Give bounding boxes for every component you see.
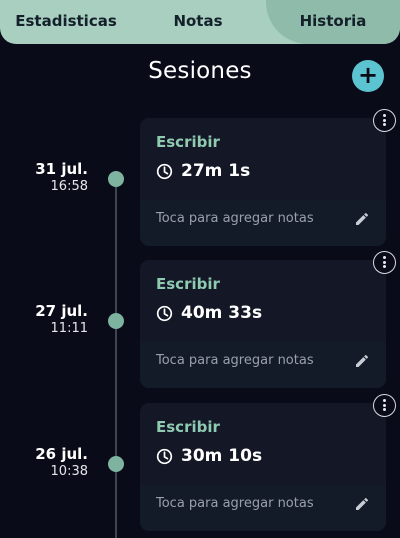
timeline-dot	[108, 456, 124, 472]
session-date-time: 11:11	[50, 321, 88, 336]
session-activity-label: Escribir	[156, 418, 220, 436]
timeline-dot	[108, 313, 124, 329]
session-item: 26 jul. 10:38 Escribir 30m 10s Toca para…	[0, 394, 400, 533]
page-title: Sesiones	[148, 58, 252, 84]
more-vertical-icon[interactable]	[373, 251, 396, 274]
session-date: 26 jul. 10:38	[35, 445, 88, 481]
tab-bar: Estadisticas Notas Historia	[0, 0, 400, 44]
session-date-day: 26 jul.	[35, 445, 88, 463]
pencil-icon[interactable]	[354, 496, 370, 512]
session-duration-value: 30m 10s	[181, 446, 263, 466]
add-notes-area[interactable]: Toca para agregar notas	[140, 342, 386, 388]
pencil-icon[interactable]	[354, 353, 370, 369]
tab-estadisticas[interactable]: Estadisticas	[0, 0, 132, 44]
clock-icon	[156, 163, 173, 179]
session-duration: 30m 10s	[156, 445, 262, 467]
tab-notas[interactable]: Notas	[132, 0, 264, 44]
session-activity-label: Escribir	[156, 133, 220, 151]
session-date-day: 31 jul.	[35, 160, 88, 178]
session-date: 27 jul. 11:11	[35, 302, 88, 338]
pencil-icon[interactable]	[354, 211, 370, 227]
timeline-dot	[108, 171, 124, 187]
add-notes-placeholder: Toca para agregar notas	[156, 211, 314, 226]
session-date-time: 16:58	[50, 179, 88, 194]
clock-icon	[156, 448, 173, 464]
session-item: 31 jul. 16:58 Escribir 27m 1s Toca para …	[0, 109, 400, 248]
session-date: 31 jul. 16:58	[35, 160, 88, 196]
more-vertical-icon[interactable]	[373, 394, 396, 417]
session-card[interactable]: Escribir 27m 1s Toca para agregar notas	[140, 118, 386, 246]
session-date-time: 10:38	[50, 464, 88, 479]
session-card[interactable]: Escribir 40m 33s Toca para agregar notas	[140, 260, 386, 388]
session-duration: 40m 33s	[156, 302, 262, 324]
more-vertical-icon[interactable]	[373, 109, 396, 132]
session-duration: 27m 1s	[156, 160, 250, 182]
add-notes-area[interactable]: Toca para agregar notas	[140, 485, 386, 531]
add-session-button[interactable]: +	[352, 60, 384, 92]
session-item: 27 jul. 11:11 Escribir 40m 33s Toca para…	[0, 251, 400, 390]
session-date-day: 27 jul.	[35, 302, 88, 320]
session-duration-value: 27m 1s	[181, 161, 251, 181]
add-notes-placeholder: Toca para agregar notas	[156, 496, 314, 511]
plus-icon: +	[357, 61, 379, 89]
add-notes-placeholder: Toca para agregar notas	[156, 353, 314, 368]
session-duration-value: 40m 33s	[181, 303, 263, 323]
add-notes-area[interactable]: Toca para agregar notas	[140, 200, 386, 246]
session-activity-label: Escribir	[156, 275, 220, 293]
tab-historia[interactable]: Historia	[266, 0, 400, 44]
session-card[interactable]: Escribir 30m 10s Toca para agregar notas	[140, 403, 386, 531]
clock-icon	[156, 305, 173, 321]
